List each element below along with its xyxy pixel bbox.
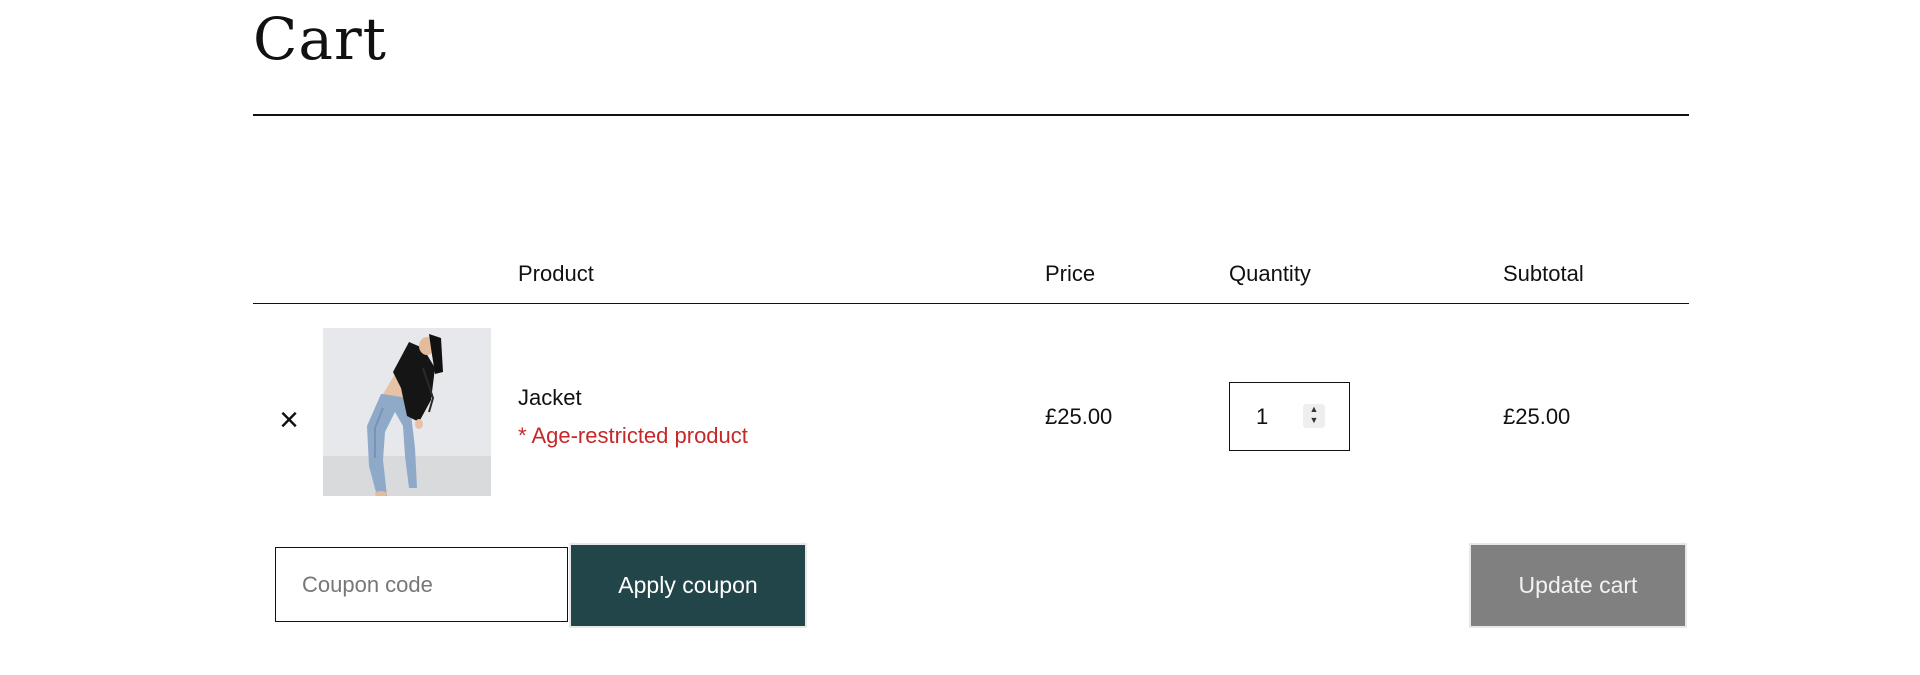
- column-header-subtotal: Subtotal: [1503, 261, 1584, 286]
- title-divider: [253, 114, 1689, 116]
- item-price: £25.00: [1045, 404, 1113, 429]
- coupon-code-input[interactable]: [275, 547, 568, 622]
- spinner-arrows-icon[interactable]: ▲ ▼: [1303, 404, 1325, 428]
- item-subtotal: £25.00: [1503, 404, 1571, 429]
- cart-page: Cart Product Price Quantity Subtotal × J…: [253, 0, 1689, 675]
- product-name-link[interactable]: Jacket: [518, 385, 582, 411]
- column-header-price: Price: [1045, 261, 1096, 286]
- product-photo: [323, 328, 491, 496]
- update-cart-button[interactable]: Update cart: [1469, 543, 1687, 628]
- apply-coupon-button[interactable]: Apply coupon: [569, 543, 807, 628]
- product-thumbnail[interactable]: [323, 328, 491, 496]
- column-header-product: Product: [518, 261, 594, 286]
- age-restriction-note: * Age-restricted product: [518, 423, 748, 448]
- column-header-quantity: Quantity: [1229, 261, 1311, 286]
- header-divider: [253, 303, 1689, 304]
- quantity-stepper[interactable]: 1 ▲ ▼: [1229, 382, 1350, 451]
- remove-item-icon[interactable]: ×: [273, 400, 305, 440]
- quantity-value[interactable]: 1: [1256, 404, 1268, 430]
- page-title: Cart: [253, 5, 387, 73]
